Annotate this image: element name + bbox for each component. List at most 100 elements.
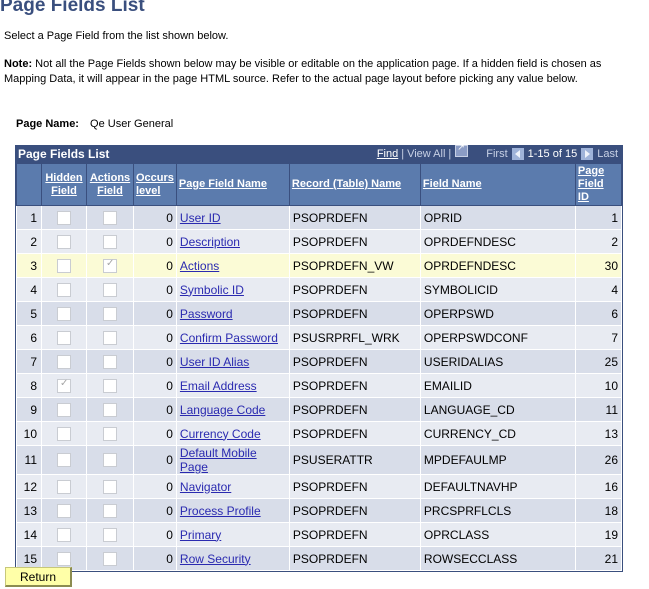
note-text: Note: Not all the Page Fields shown belo…	[4, 57, 604, 87]
table-row: 11 0 Default Mobile Page PSUSERATTR MPDEFAUL…	[16, 445, 623, 475]
actions-field-checkbox[interactable]	[103, 551, 117, 566]
page-field-id-header[interactable]: Page Field ID	[574, 163, 623, 206]
row-number: 2	[16, 229, 42, 254]
occurs-level: 0	[133, 229, 177, 254]
page-field-name-link[interactable]: Symbolic ID	[180, 283, 244, 297]
page-field-name-link[interactable]: Primary	[180, 528, 221, 542]
hidden-field-checkbox[interactable]	[57, 330, 71, 345]
occurs-level-header[interactable]: Occurs level	[133, 163, 177, 206]
hidden-field-checkbox[interactable]	[57, 479, 71, 494]
find-link[interactable]: Find	[377, 148, 398, 160]
field-name: SYMBOLICID	[419, 277, 576, 302]
occurs-level: 0	[133, 301, 177, 326]
next-arrow-icon[interactable]	[581, 148, 594, 160]
actions-field-sort-link[interactable]: Actions Field	[90, 172, 130, 197]
actions-field-checkbox[interactable]	[103, 503, 117, 518]
table-row: 5 0 Password PSOPRDEFN OPERPSWD 6	[16, 301, 623, 326]
view-all-link[interactable]: View All	[407, 148, 445, 160]
hidden-field-checkbox[interactable]	[57, 402, 71, 417]
actions-field-header[interactable]: Actions Field	[86, 163, 134, 206]
grid-title: Page Fields List	[18, 147, 110, 161]
row-number: 11	[16, 445, 42, 475]
page-field-name-link[interactable]: User ID Alias	[180, 355, 249, 369]
previous-arrow-icon[interactable]	[511, 148, 524, 160]
hidden-field-cell	[41, 253, 87, 278]
new-window-icon[interactable]	[455, 142, 469, 157]
page-field-id-sort-link[interactable]: Page Field ID	[578, 165, 604, 203]
page-field-name-link[interactable]: Navigator	[180, 480, 231, 494]
hidden-field-checkbox[interactable]	[57, 527, 71, 542]
hidden-field-checkbox[interactable]	[57, 234, 71, 249]
page-name-label: Page Name:	[16, 118, 79, 130]
record-name-sort-link[interactable]: Record (Table) Name	[292, 178, 401, 190]
actions-field-cell	[86, 325, 134, 350]
row-number: 1	[16, 205, 42, 230]
page-name-value: Qe User General	[90, 118, 174, 130]
actions-field-checkbox[interactable]	[103, 210, 117, 225]
hidden-field-checkbox[interactable]	[57, 258, 71, 273]
page-field-name-link[interactable]: Actions	[180, 259, 219, 273]
hidden-field-checkbox[interactable]	[57, 282, 71, 297]
hidden-field-header[interactable]: Hidden Field	[41, 163, 87, 206]
actions-field-checkbox[interactable]	[103, 479, 117, 494]
actions-field-checkbox[interactable]	[103, 426, 117, 441]
record-name: PSUSERATTR	[288, 445, 421, 475]
page-field-name-link[interactable]: Process Profile	[180, 504, 261, 518]
row-number: 12	[16, 474, 42, 499]
record-name: PSOPRDEFN	[288, 205, 421, 230]
page-field-id: 19	[574, 522, 623, 547]
page-field-name-cell: Email Address	[175, 373, 290, 398]
actions-field-checkbox[interactable]	[103, 354, 117, 369]
table-row: 1 0 User ID PSOPRDEFN OPRID 1	[16, 205, 623, 230]
page-field-name-link[interactable]: Row Security	[180, 552, 251, 566]
page-field-id: 25	[574, 349, 623, 374]
actions-field-checkbox[interactable]	[103, 527, 117, 542]
table-row: 30ActionsPSOPRDEFN_VWOPRDEFNDESC30	[16, 253, 623, 278]
actions-field-checkbox[interactable]	[103, 378, 117, 393]
page-field-name-sort-link[interactable]: Page Field Name	[179, 178, 267, 190]
page-field-name-link[interactable]: User ID	[180, 211, 221, 225]
actions-field-checkbox[interactable]	[103, 330, 117, 345]
first-link[interactable]: First	[486, 148, 507, 160]
page-field-name-link[interactable]: Email Address	[180, 379, 257, 393]
occurs-level: 0	[133, 277, 177, 302]
hidden-field-checkbox[interactable]	[57, 210, 71, 225]
hidden-field-sort-link[interactable]: Hidden Field	[45, 172, 82, 197]
field-name-header[interactable]: Field Name	[419, 163, 576, 206]
actions-field-checkbox[interactable]	[103, 402, 117, 417]
page-field-name-link[interactable]: Default Mobile Page	[180, 446, 257, 474]
page-field-name-link[interactable]: Description	[180, 235, 240, 249]
hidden-field-checkbox[interactable]	[57, 453, 71, 468]
actions-field-checkbox[interactable]	[103, 258, 117, 273]
return-button[interactable]: Return	[5, 567, 72, 587]
page-field-name-link[interactable]: Password	[180, 307, 233, 321]
record-name-header[interactable]: Record (Table) Name	[288, 163, 421, 206]
grid-header: Page Fields List Find | View All | First…	[16, 142, 622, 163]
page-field-id: 10	[574, 373, 623, 398]
last-link[interactable]: Last	[597, 148, 618, 160]
hidden-field-checkbox[interactable]	[57, 551, 71, 566]
hidden-field-checkbox[interactable]	[57, 378, 71, 393]
field-name-sort-link[interactable]: Field Name	[423, 178, 482, 190]
page-field-name-link[interactable]: Language Code	[180, 403, 265, 417]
hidden-field-checkbox[interactable]	[57, 503, 71, 518]
hidden-field-checkbox[interactable]	[57, 426, 71, 441]
page-field-name-cell: Row Security	[175, 546, 290, 571]
actions-field-checkbox[interactable]	[103, 306, 117, 321]
hidden-field-checkbox[interactable]	[57, 306, 71, 321]
page-field-name-link[interactable]: Currency Code	[180, 427, 261, 441]
actions-field-checkbox[interactable]	[103, 453, 117, 468]
page-fields-table: Hidden Field Actions Field Occurs level Pag…	[16, 163, 623, 571]
table-row: 12 0 Navigator PSOPRDEFN DEFAULTNAVHP 16	[16, 474, 623, 499]
actions-field-checkbox[interactable]	[103, 282, 117, 297]
page-field-name-header[interactable]: Page Field Name	[175, 163, 290, 206]
field-name: OPRDEFNDESC	[419, 253, 576, 278]
hidden-field-cell	[41, 445, 87, 475]
actions-field-checkbox[interactable]	[103, 234, 117, 249]
page-field-name-link[interactable]: Confirm Password	[180, 331, 278, 345]
occurs-level-sort-link[interactable]: Occurs level	[136, 172, 174, 197]
hidden-field-checkbox[interactable]	[57, 354, 71, 369]
hidden-field-cell	[41, 301, 87, 326]
occurs-level: 0	[133, 253, 177, 278]
actions-field-cell	[86, 474, 134, 499]
